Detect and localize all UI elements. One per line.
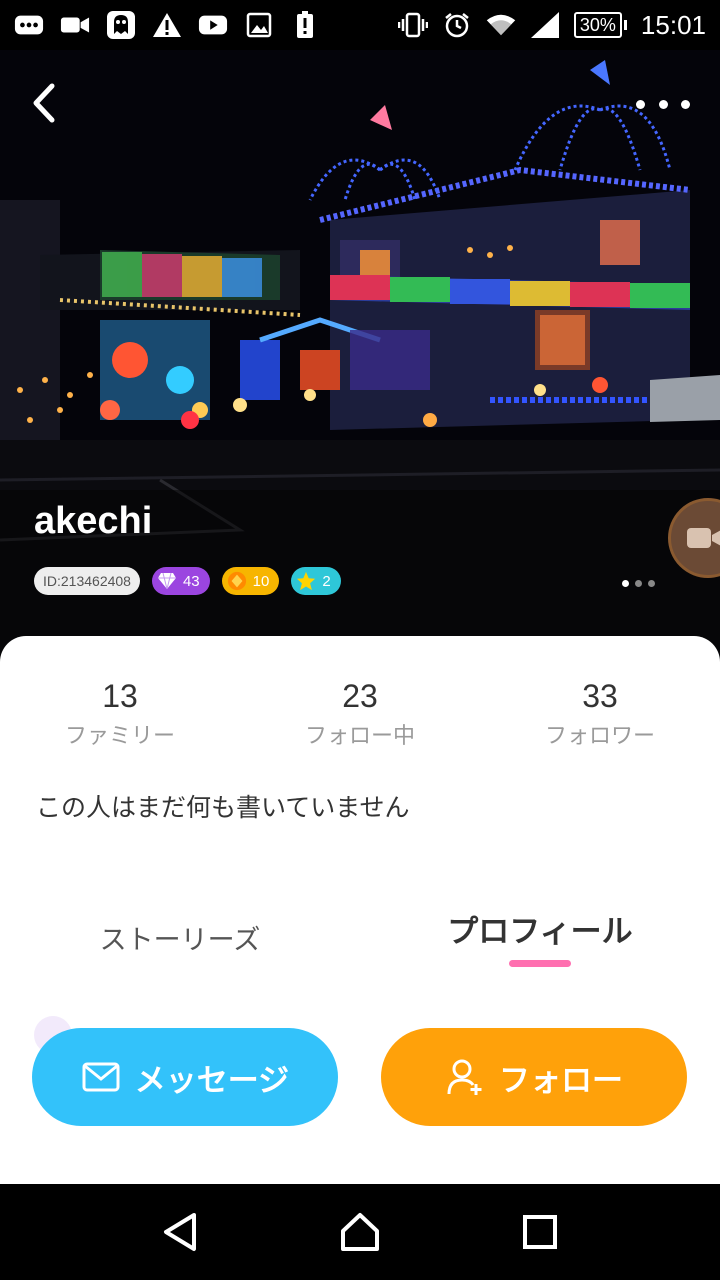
followers-label: フォロワー bbox=[544, 724, 655, 749]
triangle-back-icon bbox=[164, 1213, 196, 1251]
star-badge[interactable]: 2 bbox=[291, 567, 341, 595]
image-icon bbox=[244, 11, 274, 39]
diamond-count: 43 bbox=[182, 572, 200, 590]
back-button[interactable] bbox=[26, 80, 66, 126]
video-camera-icon bbox=[687, 528, 720, 548]
star-count: 2 bbox=[322, 572, 331, 590]
chat-icon bbox=[14, 11, 44, 39]
user-id-badge: ID:213462408 bbox=[34, 567, 140, 595]
page-dot-active bbox=[622, 580, 629, 587]
system-status: 30% 15:01 bbox=[397, 9, 706, 41]
message-button[interactable]: メッセージ bbox=[32, 1028, 338, 1126]
home-icon bbox=[341, 1213, 379, 1251]
family-count: 13 bbox=[102, 678, 138, 714]
more-options-button[interactable] bbox=[636, 92, 690, 116]
more-dot-icon bbox=[681, 99, 690, 109]
tab-profile[interactable]: プロフィール bbox=[400, 906, 680, 951]
tab-stories[interactable]: ストーリーズ bbox=[40, 918, 320, 957]
alarm-icon bbox=[442, 11, 472, 39]
follow-button[interactable]: フォロー bbox=[381, 1028, 687, 1126]
star-icon bbox=[296, 571, 316, 591]
envelope-icon bbox=[81, 1057, 121, 1097]
bio-text: この人はまだ何も書いていません bbox=[36, 793, 410, 822]
ghost-app-icon bbox=[106, 11, 136, 39]
battery-indicator: 30% bbox=[573, 12, 627, 38]
profile-content-sheet: 13 ファミリー 23 フォロー中 33 フォロワー この人はまだ何も書いていま… bbox=[0, 636, 720, 1184]
status-bar: 30% 15:01 bbox=[0, 0, 720, 50]
add-user-icon bbox=[445, 1057, 485, 1097]
system-navigation-bar bbox=[0, 1184, 720, 1280]
nav-recents-button[interactable] bbox=[510, 1202, 570, 1262]
message-button-label: メッセージ bbox=[134, 1062, 290, 1099]
followers-count: 33 bbox=[582, 678, 618, 714]
diamond-badge[interactable]: 43 bbox=[151, 567, 210, 595]
recents-square-icon bbox=[523, 1215, 557, 1249]
stat-following[interactable]: 23 フォロー中 bbox=[240, 674, 480, 754]
youtube-icon bbox=[198, 11, 228, 39]
signal-icon bbox=[530, 11, 560, 39]
active-tab-indicator bbox=[509, 960, 571, 967]
follow-button-label: フォロー bbox=[499, 1062, 623, 1099]
clock: 15:01 bbox=[640, 9, 706, 40]
page-dot bbox=[648, 580, 655, 587]
vibrate-icon bbox=[397, 11, 428, 39]
video-icon bbox=[60, 11, 90, 39]
carousel-page-indicator bbox=[622, 580, 655, 587]
more-dot-icon bbox=[636, 99, 645, 109]
profile-tabs: ストーリーズ プロフィール bbox=[0, 906, 720, 976]
chevron-left-icon bbox=[33, 83, 55, 123]
battery-alert-icon bbox=[290, 11, 320, 39]
more-dot-icon bbox=[658, 99, 668, 109]
battery-level: 30% bbox=[573, 12, 622, 38]
wifi-icon bbox=[486, 11, 516, 39]
family-label: ファミリー bbox=[64, 724, 175, 749]
notification-icons bbox=[14, 11, 320, 39]
profile-photo-carousel[interactable]: akechi ID:213462408 43 10 2 bbox=[0, 50, 720, 660]
coin-icon bbox=[227, 571, 247, 591]
stat-followers[interactable]: 33 フォロワー bbox=[480, 674, 720, 754]
page-dot bbox=[635, 580, 642, 587]
nav-back-button[interactable] bbox=[150, 1202, 210, 1262]
nav-home-button[interactable] bbox=[330, 1202, 390, 1262]
profile-stats: 13 ファミリー 23 フォロー中 33 フォロワー bbox=[0, 674, 720, 754]
following-label: フォロー中 bbox=[304, 724, 415, 749]
coin-badge[interactable]: 10 bbox=[221, 567, 280, 595]
following-count: 23 bbox=[342, 678, 378, 714]
warning-icon bbox=[152, 11, 182, 39]
stat-family[interactable]: 13 ファミリー bbox=[0, 674, 240, 754]
username: akechi bbox=[34, 500, 153, 542]
diamond-icon bbox=[157, 571, 177, 591]
user-badges: ID:213462408 43 10 2 bbox=[34, 567, 341, 595]
coin-count: 10 bbox=[252, 572, 270, 590]
